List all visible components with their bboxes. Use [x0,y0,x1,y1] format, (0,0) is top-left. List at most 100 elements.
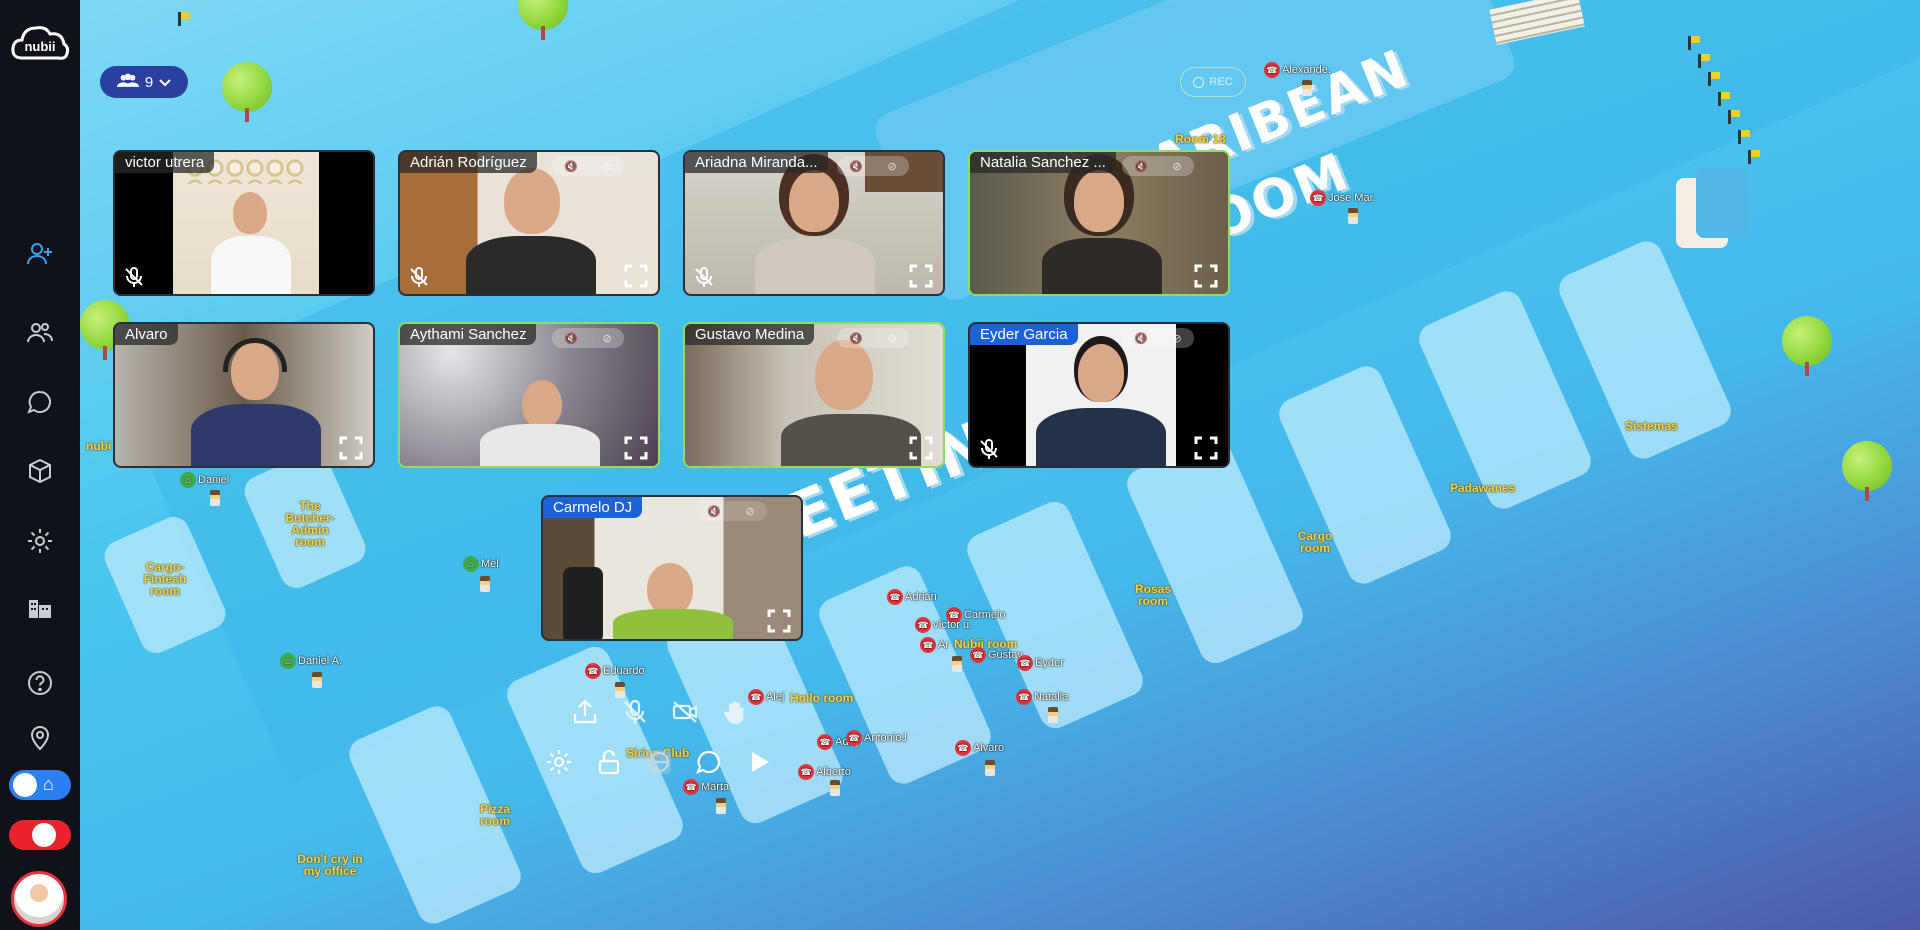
video-tile[interactable]: Aythami Sanchez 🔇 ⊘ [398,322,660,468]
video-tile[interactable]: Eyder Garcia 🔇 ⊘ [968,322,1230,468]
mute-controls[interactable]: 🔇 ⊘ [695,501,767,521]
play-button[interactable] [741,744,777,780]
fullscreen-icon[interactable] [909,264,933,288]
avatar-marta[interactable]: ☎ Marta [683,779,729,795]
flag [1718,92,1730,106]
room-pad[interactable] [1414,286,1596,514]
video-tile[interactable]: Natalia Sanchez ... 🔇 ⊘ [968,150,1230,296]
block-button[interactable] [641,744,677,780]
mute-controls[interactable]: 🔇 ⊘ [552,156,624,176]
avatar-alej[interactable]: ☎ Alej [748,689,784,705]
avatar-mel[interactable]: ⌂ Mel [463,556,499,572]
add-user-icon[interactable] [22,236,58,272]
avatar-adrian[interactable]: ☎ Adrián [887,589,937,605]
mute-controls[interactable]: 🔇 ⊘ [837,328,909,348]
mute-controls[interactable]: 🔇 ⊘ [1122,328,1194,348]
phone-icon: ☎ [955,740,971,756]
avatar-gustavo[interactable]: ☎ Gustav [970,647,1023,663]
avatar-daniel[interactable]: ⌂ Daniel [180,472,229,488]
avatar-alberto[interactable]: ☎ Alberto [798,764,851,780]
camera-off-icon[interactable]: ⊘ [603,332,612,345]
volume-off-icon[interactable]: 🔇 [564,160,578,173]
avatar-name: Daniel [198,474,230,486]
room-label-cargo: Cargo room [1297,529,1333,555]
avatar-daniel-a[interactable]: ⌂ Daniel A. [280,653,342,669]
chat-icon[interactable] [22,384,58,420]
mic-toggle-button[interactable] [617,694,653,730]
chat-icon [696,750,721,774]
mute-controls[interactable]: 🔇 ⊘ [1122,156,1194,176]
video-tile[interactable]: Alvaro [113,322,375,468]
avatar-alexander[interactable]: ☎ Alexande. [1264,62,1331,78]
settings-button[interactable] [541,744,577,780]
camera-off-icon[interactable]: ⊘ [1173,332,1182,345]
avatar-victor[interactable]: ☎ víctor u. [915,617,972,633]
volume-off-icon[interactable]: 🔇 [849,160,863,173]
fullscreen-icon[interactable] [339,436,363,460]
camera-toggle-button[interactable] [667,694,703,730]
nubii-logo[interactable]: nubii [10,18,70,66]
users-icon[interactable] [22,315,58,351]
phone-icon: ☎ [915,617,931,633]
gear-icon[interactable] [22,523,58,559]
mute-controls[interactable]: 🔇 ⊘ [837,156,909,176]
chat-button[interactable] [691,744,727,780]
avatar[interactable] [11,871,67,927]
avatar-eduardo[interactable]: ☎ Eduardo [585,663,645,679]
volume-off-icon[interactable]: 🔇 [707,505,721,518]
cube-icon[interactable] [22,453,58,489]
volume-off-icon[interactable]: 🔇 [564,332,578,345]
video-tile[interactable]: Adrián Rodríguez 🔇 ⊘ [398,150,660,296]
video-tile[interactable]: Ariadna Miranda... 🔇 ⊘ [683,150,945,296]
location-icon[interactable] [22,720,58,756]
fullscreen-icon[interactable] [624,264,648,288]
fullscreen-icon[interactable] [1194,436,1218,460]
fullscreen-icon[interactable] [1194,264,1218,288]
unlock-icon [598,749,620,775]
camera-off-icon[interactable]: ⊘ [888,160,897,173]
record-button[interactable]: REC [1180,67,1246,97]
avatar-natalia[interactable]: ☎ Natalia [1016,689,1068,705]
record-icon [1193,76,1205,88]
avatar-jose[interactable]: ☎ Jose Mar. [1310,190,1376,206]
avatar-antonioj[interactable]: ☎ AntonioJ [846,730,907,746]
avatar-sprite [480,576,490,592]
settings-icon [547,750,571,774]
avatar-name: Marta [701,781,730,793]
help-icon[interactable] [22,665,58,701]
avatar-sprite [312,672,322,688]
fullscreen-icon[interactable] [624,436,648,460]
camera-off-icon[interactable]: ⊘ [888,332,897,345]
volume-off-icon[interactable]: 🔇 [849,332,863,345]
video-tile[interactable]: Gustavo Medina 🔇 ⊘ [683,322,945,468]
flag [1688,36,1700,50]
room-label-hollo: Hollo room [790,691,854,705]
camera-off-icon[interactable]: ⊘ [746,505,755,518]
camera-off-icon[interactable]: ⊘ [603,160,612,173]
avatar-alvaro[interactable]: ☎ Alvaro [955,740,1004,756]
avatar-name: Alberto [816,766,851,778]
building-icon[interactable] [22,590,58,626]
avatar-eyder[interactable]: ☎ Eyder [1017,655,1064,671]
mute-controls[interactable]: 🔇 ⊘ [552,328,624,348]
avatar-sprite [1048,707,1058,723]
video-tile[interactable]: Carmelo DJ 🔇 ⊘ [541,495,803,641]
share-screen-button[interactable] [567,694,603,730]
avatar-name: Adrián [905,591,937,603]
video-tile[interactable]: victor utrera [113,150,375,296]
participants-button[interactable]: 9 [100,66,188,98]
users-icon [116,73,139,92]
volume-off-icon[interactable]: 🔇 [1134,160,1148,173]
raise-hand-button[interactable] [717,694,753,730]
avatar-ar[interactable]: ☎ Ar [920,637,949,653]
fullscreen-icon[interactable] [909,436,933,460]
camera-off-icon[interactable]: ⊘ [1173,160,1182,173]
home-toggle[interactable]: ⌂ [9,770,71,800]
record-toggle[interactable] [9,820,71,850]
mic-off-icon [978,438,1000,460]
volume-off-icon[interactable]: 🔇 [1134,332,1148,345]
lock-button[interactable] [591,744,627,780]
phone-icon: ☎ [846,730,862,746]
fullscreen-icon[interactable] [767,609,791,633]
avatar-sprite [716,798,726,814]
